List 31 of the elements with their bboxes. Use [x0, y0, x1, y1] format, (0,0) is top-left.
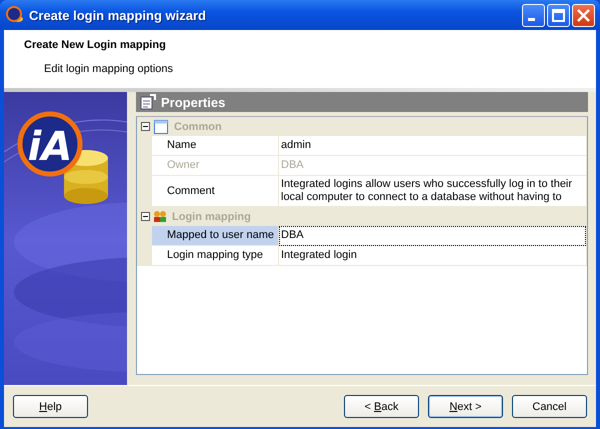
wizard-button[interactable]: Next >: [428, 395, 503, 418]
collapse-toggle[interactable]: [141, 212, 150, 221]
property-value: DBA: [279, 156, 586, 176]
group-label: Common: [174, 120, 222, 132]
property-value[interactable]: DBA: [279, 226, 586, 246]
close-icon: [576, 8, 590, 22]
group-label: Login mapping: [172, 210, 251, 222]
property-value[interactable]: admin: [279, 136, 586, 156]
help-button[interactable]: Help: [13, 395, 88, 418]
property-name[interactable]: Comment: [152, 176, 279, 207]
property-value[interactable]: Integrated login: [279, 246, 586, 266]
properties-title: Properties: [161, 94, 226, 110]
properties-icon: [140, 94, 156, 110]
minimize-button[interactable]: [522, 4, 545, 26]
property-name[interactable]: Mapped to user name: [152, 226, 279, 246]
window-icon: [153, 118, 169, 134]
property-name[interactable]: Login mapping type: [152, 246, 279, 266]
minimize-icon: [528, 18, 535, 20]
wizard-button[interactable]: < Back: [344, 395, 419, 418]
collapse-toggle[interactable]: [141, 122, 150, 131]
close-button[interactable]: [572, 4, 595, 26]
app-icon: [6, 6, 24, 24]
maximize-button[interactable]: [547, 4, 570, 26]
window-title: Create login mapping wizard: [29, 8, 207, 22]
page-title: Create New Login mapping: [24, 39, 167, 51]
page-subtitle: Edit login mapping options: [44, 63, 174, 75]
maximize-icon: [552, 8, 565, 22]
wizard-button[interactable]: Cancel: [512, 395, 587, 418]
users-icon: [153, 210, 167, 224]
property-value[interactable]: Integrated logins allow users who successfully log in to their local computer to connect to a database without having to: [279, 176, 586, 207]
property-name[interactable]: Name: [152, 136, 279, 156]
